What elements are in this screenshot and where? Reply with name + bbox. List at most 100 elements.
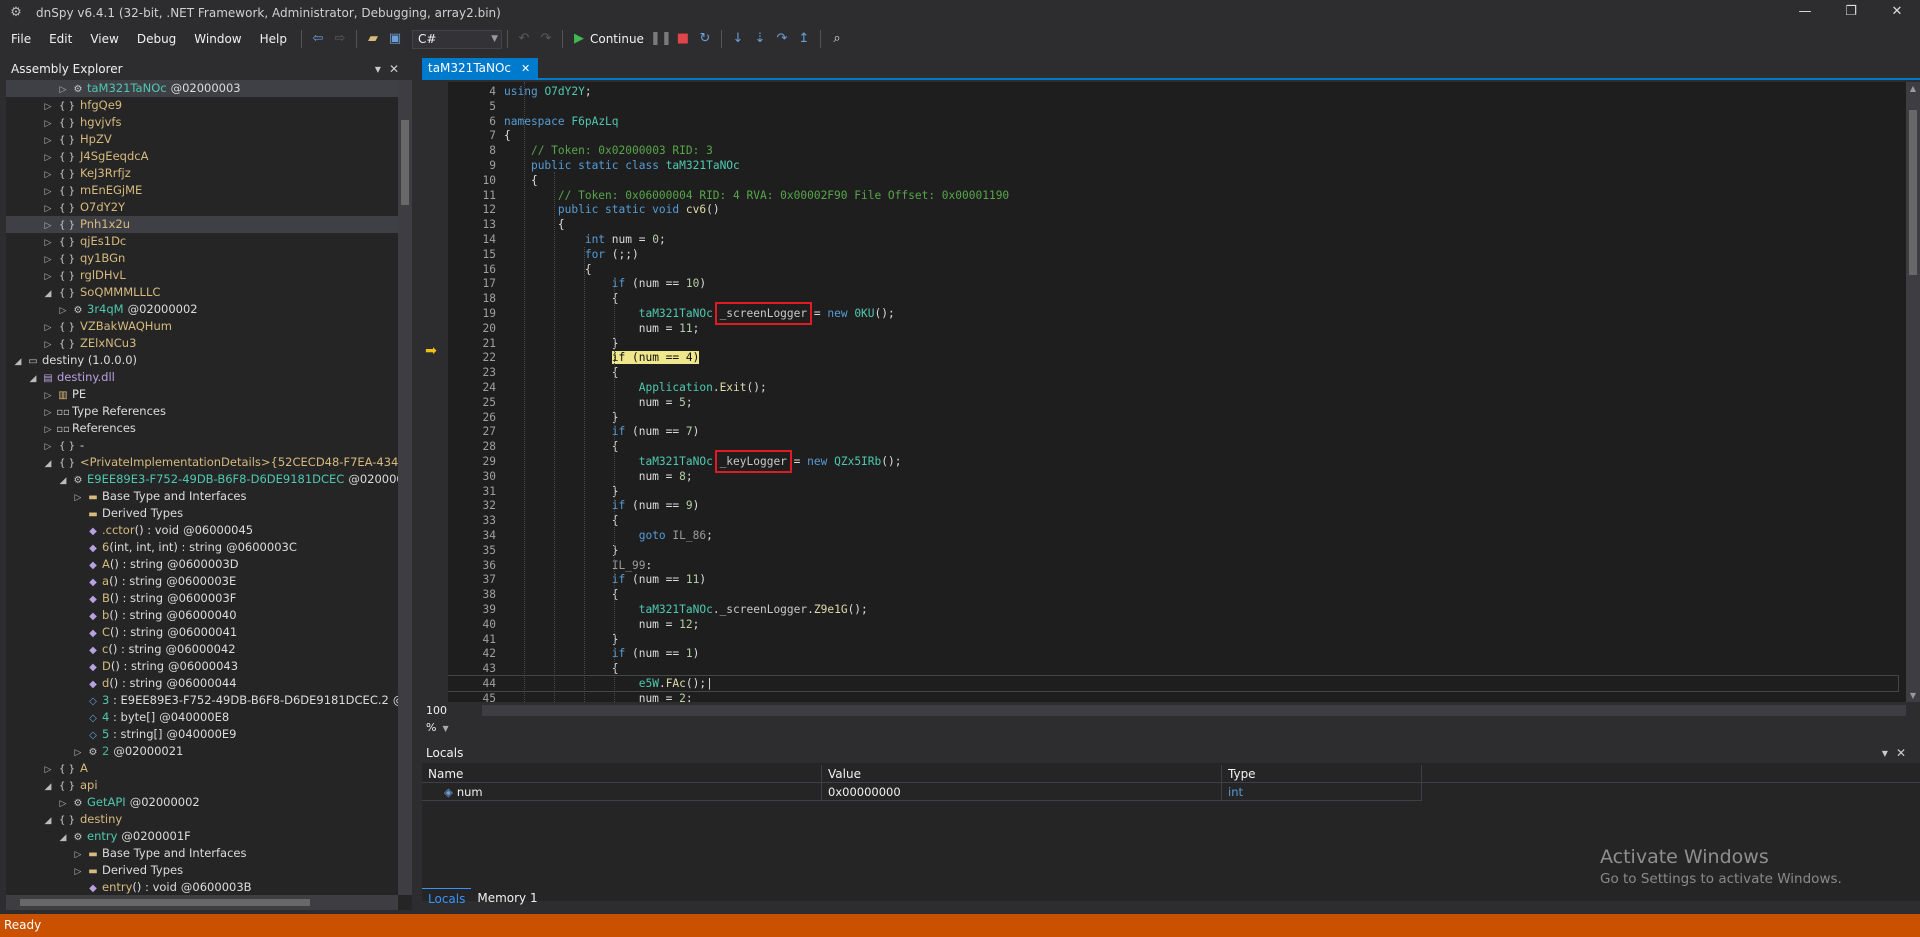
- tree-item[interactable]: ▬ Derived Types: [6, 505, 398, 522]
- code-line[interactable]: 17 if (num == 10): [448, 276, 1898, 291]
- tree-item[interactable]: ▷{ } A: [6, 760, 398, 777]
- code-line[interactable]: 14 int num = 0;: [448, 232, 1898, 247]
- tree-item[interactable]: ◇ 5 : string[] @040000E9: [6, 726, 398, 743]
- tree-item[interactable]: ◢{ } api: [6, 777, 398, 794]
- code-line[interactable]: 33 {: [448, 513, 1898, 528]
- tree-item[interactable]: ◆ c() : string @06000042: [6, 641, 398, 658]
- tree-item[interactable]: ◆ C() : string @06000041: [6, 624, 398, 641]
- tree-item[interactable]: ◆ A() : string @0600003D: [6, 556, 398, 573]
- tree-item[interactable]: ▷ ⚙ GetAPI @02000002: [6, 794, 398, 811]
- redo-icon[interactable]: ↷: [535, 28, 557, 50]
- menu-file[interactable]: File: [2, 26, 40, 52]
- tree-item[interactable]: ◇ 3 : E9EE89E3-F752-49DB-B6F8-D6DE9181DCE…: [6, 692, 398, 709]
- tree-item[interactable]: ◆ entry() : void @0600003B: [6, 879, 398, 895]
- tree-item[interactable]: ▷ ▬ Derived Types: [6, 862, 398, 879]
- code-line[interactable]: 38 {: [448, 587, 1898, 602]
- scrollbar-thumb[interactable]: [20, 899, 310, 906]
- tree-item[interactable]: ▷{ } -: [6, 437, 398, 454]
- panel-close-icon[interactable]: ✕: [389, 62, 407, 76]
- menu-window[interactable]: Window: [185, 26, 250, 52]
- code-line[interactable]: 7{: [448, 128, 1898, 143]
- column-header-type[interactable]: Type: [1222, 765, 1422, 782]
- tree-item[interactable]: ◢ ▭ destiny (1.0.0.0): [6, 352, 398, 369]
- tree-item[interactable]: ◆ D() : string @06000043: [6, 658, 398, 675]
- tree-item[interactable]: ▷ ▫▫ Type References: [6, 403, 398, 420]
- code-line[interactable]: 6 namespace F6pAzLq: [448, 114, 1898, 129]
- tree-item[interactable]: ▷{ } O7dY2Y: [6, 199, 398, 216]
- code-line[interactable]: 18 {: [448, 291, 1898, 306]
- editor-vertical-scrollbar[interactable]: ▲ ▼: [1906, 82, 1920, 702]
- code-line[interactable]: 24 Application.Exit();: [448, 380, 1898, 395]
- tree-item[interactable]: ◢{ } <PrivateImplementationDetails>{52CEC…: [6, 454, 398, 471]
- code-line[interactable]: 29 taM321TaNOc._keyLogger = new QZx5IRb(…: [448, 450, 1898, 473]
- code-line[interactable]: 32 if (num == 9): [448, 498, 1898, 513]
- tree-item[interactable]: ▷{ } Pnh1x2u: [6, 216, 398, 233]
- code-line[interactable]: 22 if (num == 4): [448, 350, 1898, 365]
- tree-item[interactable]: ▷{ } VZBakWAQHum: [6, 318, 398, 335]
- tab-memory-1[interactable]: Memory 1: [471, 888, 543, 908]
- step-over-icon[interactable]: ⇣: [749, 28, 771, 50]
- code-line[interactable]: 31 }: [448, 484, 1898, 499]
- save-all-icon[interactable]: ▣: [384, 28, 406, 50]
- editor-horizontal-scrollbar[interactable]: [482, 705, 1906, 716]
- code-line[interactable]: 19 taM321TaNOc._screenLogger = new 0KU()…: [448, 302, 1898, 325]
- tree-item[interactable]: ◆ a() : string @0600003E: [6, 573, 398, 590]
- code-line[interactable]: 45 num = 2;: [448, 691, 1898, 702]
- code-line[interactable]: 4 using O7dY2Y;: [448, 84, 1898, 99]
- tree-item[interactable]: ▷{ } rglDHvL: [6, 267, 398, 284]
- language-select[interactable]: C# ▼: [411, 29, 502, 49]
- tree-item[interactable]: ▷ ▬ Base Type and Interfaces: [6, 488, 398, 505]
- undo-icon[interactable]: ↶: [513, 28, 535, 50]
- zoom-select[interactable]: 100 % ▼: [426, 702, 472, 734]
- tree-item[interactable]: ◢ ⚙ E9EE89E3-F752-49DB-B6F8-D6DE9181DCEC @0…: [6, 471, 398, 488]
- tree-item[interactable]: ▷{ } mEnEGjME: [6, 182, 398, 199]
- code-line[interactable]: 15 for (;;): [448, 247, 1898, 262]
- code-line[interactable]: 30 num = 8;: [448, 469, 1898, 484]
- tree-item[interactable]: ▷{ } ZElxNCu3: [6, 335, 398, 352]
- tree-item[interactable]: ▷ ⚙ 2 @02000021: [6, 743, 398, 760]
- tree-item[interactable]: ▷{ } qy1BGn: [6, 250, 398, 267]
- continue-button[interactable]: ▶ Continue: [568, 28, 650, 50]
- assembly-tree-vertical-scrollbar[interactable]: [398, 80, 412, 895]
- tree-item[interactable]: ◢ ▤ destiny.dll: [6, 369, 398, 386]
- scrollbar-thumb[interactable]: [1909, 110, 1917, 275]
- code-line[interactable]: 11 // Token: 0x06000004 RID: 4 RVA: 0x00…: [448, 188, 1898, 203]
- code-line[interactable]: 16 {: [448, 262, 1898, 277]
- tree-item[interactable]: ◆ b() : string @06000040: [6, 607, 398, 624]
- code-line[interactable]: 37 if (num == 11): [448, 572, 1898, 587]
- code-line[interactable]: 36 IL_99:: [448, 558, 1898, 573]
- code-line[interactable]: 26 }: [448, 410, 1898, 425]
- code-line[interactable]: 8 // Token: 0x02000003 RID: 3: [448, 143, 1898, 158]
- menu-view[interactable]: View: [81, 26, 127, 52]
- menu-help[interactable]: Help: [251, 26, 296, 52]
- scrollbar-thumb[interactable]: [401, 120, 409, 205]
- tree-item[interactable]: ▷{ } KeJ3Rrfjz: [6, 165, 398, 182]
- panel-close-icon[interactable]: ✕: [1896, 746, 1914, 760]
- close-window-button[interactable]: ✕: [1874, 0, 1920, 26]
- local-value-cell[interactable]: 0x00000000: [822, 783, 1222, 801]
- step-over-arc-icon[interactable]: ↷: [771, 28, 793, 50]
- tree-item[interactable]: ◆ 6(int, int, int) : string @0600003C: [6, 539, 398, 556]
- code-line[interactable]: 35 }: [448, 543, 1898, 558]
- restore-button[interactable]: ❐: [1828, 0, 1874, 26]
- code-line[interactable]: 27 if (num == 7): [448, 424, 1898, 439]
- scroll-up-icon[interactable]: ▲: [1906, 84, 1920, 93]
- tree-item[interactable]: ▷{ } hfgQe9: [6, 97, 398, 114]
- assembly-tree[interactable]: ▷ ⚙ taM321TaNOc @02000003 ▷{ } hfgQe9 ▷{ } hgvj…: [6, 80, 398, 895]
- code-line[interactable]: 20 num = 11;: [448, 321, 1898, 336]
- column-header-name[interactable]: Name: [422, 765, 822, 782]
- tree-item[interactable]: ◆ .cctor() : void @06000045: [6, 522, 398, 539]
- step-out-icon[interactable]: ↥: [793, 28, 815, 50]
- panel-menu-icon[interactable]: ▾: [1882, 746, 1896, 760]
- code-line[interactable]: 23 {: [448, 365, 1898, 380]
- code-line[interactable]: 44 e5W.FAc();|: [448, 675, 1899, 692]
- tree-item[interactable]: ▷ ▫▫ References: [6, 420, 398, 437]
- tree-item[interactable]: ▷ ▬ Base Type and Interfaces: [6, 845, 398, 862]
- column-header-value[interactable]: Value: [822, 765, 1222, 782]
- tree-item[interactable]: ▷{ } qjEs1Dc: [6, 233, 398, 250]
- stop-debugging-icon[interactable]: ■: [672, 28, 694, 50]
- code-line[interactable]: 10 {: [448, 173, 1898, 188]
- code-line[interactable]: 40 num = 12;: [448, 617, 1898, 632]
- code-line[interactable]: 41 }: [448, 632, 1898, 647]
- glyph-margin[interactable]: ➡: [422, 82, 448, 719]
